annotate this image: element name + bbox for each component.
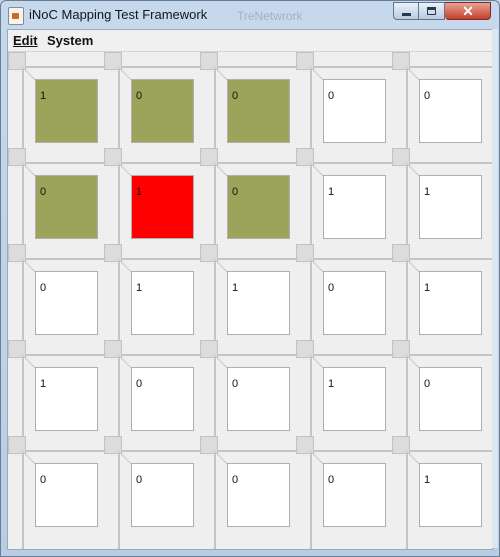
- core-tile[interactable]: 0: [227, 175, 290, 239]
- core-tile[interactable]: 1: [323, 367, 386, 431]
- core-tile[interactable]: 0: [419, 79, 482, 143]
- core-tile-value: 0: [328, 282, 335, 294]
- core-tile[interactable]: 0: [35, 463, 98, 527]
- core-tile-value: 0: [136, 474, 143, 486]
- core-tile-value: 0: [40, 186, 47, 198]
- core-tile-value: 1: [424, 186, 431, 198]
- minimize-button[interactable]: [393, 2, 419, 20]
- core-tile-value: 0: [136, 90, 143, 102]
- core-tile[interactable]: 1: [35, 367, 98, 431]
- menu-system[interactable]: System: [47, 33, 93, 48]
- window-right-border: [492, 29, 498, 548]
- menu-edit-label: Edit: [13, 33, 38, 48]
- menu-system-label: System: [47, 33, 94, 48]
- core-tile[interactable]: 0: [323, 463, 386, 527]
- core-tile[interactable]: 0: [35, 175, 98, 239]
- core-tile[interactable]: 0: [419, 367, 482, 431]
- java-app-icon: [8, 7, 24, 25]
- core-tile[interactable]: 0: [131, 367, 194, 431]
- core-tile-value: 1: [232, 282, 239, 294]
- close-button[interactable]: ✕: [445, 2, 491, 20]
- core-tile[interactable]: 0: [323, 271, 386, 335]
- core-tile[interactable]: 1: [419, 175, 482, 239]
- core-tile[interactable]: 1: [35, 79, 98, 143]
- noc-mesh-grid: 1 0 0 0 0 0 1 0 1 1 0 1 1 0 1 1 0 0 1 0 0 0 0 0 1: [8, 52, 492, 549]
- core-tile-value: 0: [424, 378, 431, 390]
- mesh-link-horizontal: [8, 66, 492, 68]
- maximize-icon: [427, 7, 436, 15]
- client-area: Edit System 1 0 0 0 0 0 1 0 1 1 0 1 1 0 1 1 0 0 1 0 0 0 0 0 1: [7, 29, 493, 550]
- core-tile-value: 1: [424, 282, 431, 294]
- mesh-link-horizontal: [8, 450, 492, 452]
- background-window-title: TreNetwrork: [237, 9, 303, 23]
- core-tile[interactable]: 1: [131, 271, 194, 335]
- core-tile-value: 1: [136, 282, 143, 294]
- maximize-button[interactable]: [419, 2, 445, 20]
- core-tile[interactable]: 0: [323, 79, 386, 143]
- core-tile-value: 1: [40, 90, 47, 102]
- core-tile[interactable]: 1: [419, 463, 482, 527]
- core-tile[interactable]: 0: [227, 367, 290, 431]
- mesh-link-vertical: [22, 52, 24, 549]
- core-tile[interactable]: 0: [131, 79, 194, 143]
- core-tile[interactable]: 0: [227, 463, 290, 527]
- mesh-link-vertical: [214, 52, 216, 549]
- core-tile[interactable]: 1: [227, 271, 290, 335]
- core-tile[interactable]: 0: [131, 463, 194, 527]
- core-tile-value: 1: [136, 186, 143, 198]
- core-tile-value: 0: [232, 90, 239, 102]
- core-tile-value: 0: [232, 186, 239, 198]
- core-tile-value: 0: [328, 474, 335, 486]
- mesh-link-vertical: [118, 52, 120, 549]
- core-tile[interactable]: 1: [323, 175, 386, 239]
- mesh-link-horizontal: [8, 354, 492, 356]
- title-bar[interactable]: iNoC Mapping Test Framework TreNetwrork …: [1, 1, 499, 29]
- core-tile-value: 0: [40, 282, 47, 294]
- core-tile-value: 0: [424, 90, 431, 102]
- mesh-link-vertical: [406, 52, 408, 549]
- minimize-icon: [402, 13, 411, 16]
- core-tile[interactable]: 0: [35, 271, 98, 335]
- menu-bar: Edit System: [8, 30, 492, 51]
- mesh-link-horizontal: [8, 162, 492, 164]
- core-tile[interactable]: 1: [131, 175, 194, 239]
- core-tile-value: 1: [328, 186, 335, 198]
- close-icon: ✕: [462, 3, 474, 19]
- core-tile-value: 0: [328, 90, 335, 102]
- core-tile-value: 0: [232, 378, 239, 390]
- core-tile-value: 1: [40, 378, 47, 390]
- core-tile-value: 1: [424, 474, 431, 486]
- core-tile-value: 1: [328, 378, 335, 390]
- mesh-link-horizontal: [8, 258, 492, 260]
- window-title: iNoC Mapping Test Framework: [29, 7, 208, 22]
- mesh-link-vertical: [310, 52, 312, 549]
- menu-edit[interactable]: Edit: [13, 33, 38, 48]
- core-tile[interactable]: 0: [227, 79, 290, 143]
- core-tile-value: 0: [136, 378, 143, 390]
- core-tile-value: 0: [40, 474, 47, 486]
- core-tile[interactable]: 1: [419, 271, 482, 335]
- core-tile-value: 0: [232, 474, 239, 486]
